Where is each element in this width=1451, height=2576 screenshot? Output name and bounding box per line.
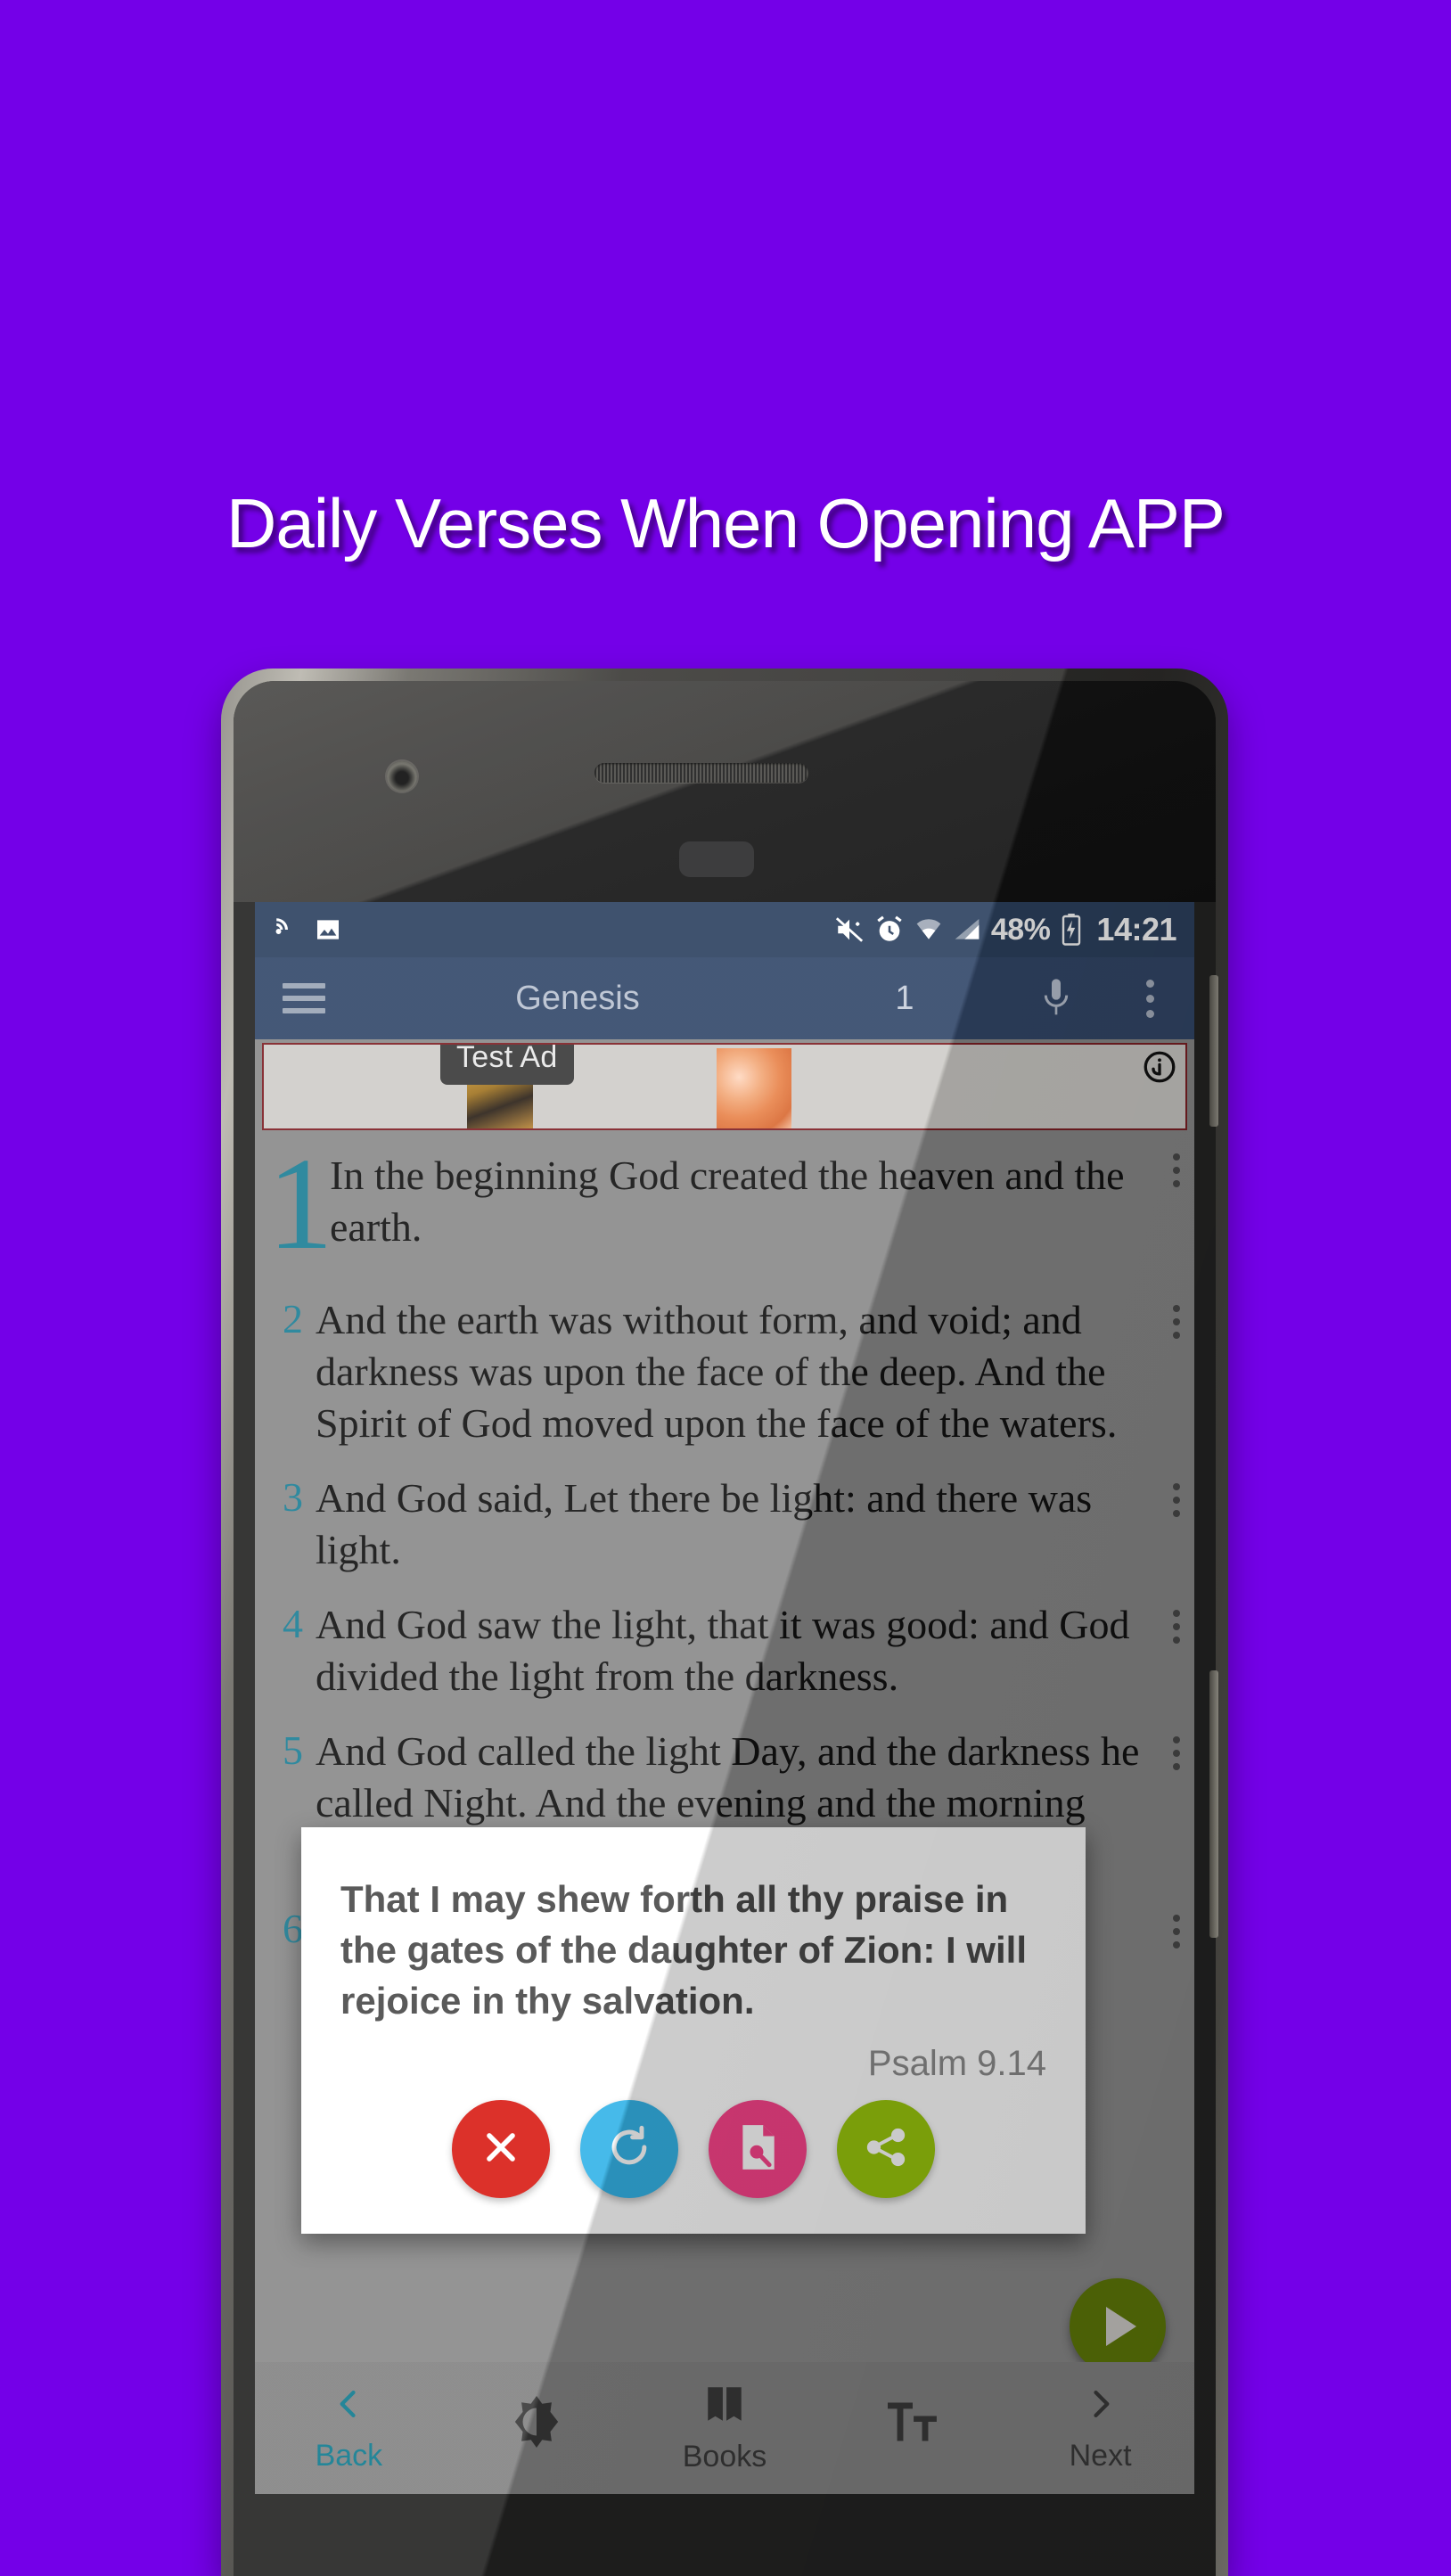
- phone-top-bezel: [234, 681, 1216, 902]
- volume-button[interactable]: [1209, 1670, 1218, 1938]
- close-button[interactable]: [452, 2100, 550, 2198]
- document-search-icon: [735, 2123, 780, 2176]
- front-camera-icon: [387, 761, 417, 792]
- share-button[interactable]: [837, 2100, 935, 2198]
- dialog-scrim: [255, 902, 1194, 2494]
- proximity-sensor: [679, 841, 754, 877]
- headline-line-1: Daily Verses When Opening APP: [226, 484, 1226, 562]
- dialog-verse-reference: Psalm 9.14: [867, 2044, 1046, 2083]
- close-icon: [478, 2124, 524, 2175]
- phone-body: 48% 14:21 Genesis 1 Test Ad 1 In the beg…: [234, 681, 1218, 2576]
- phone-mockup: 48% 14:21 Genesis 1 Test Ad 1 In the beg…: [221, 669, 1228, 2576]
- daily-verse-dialog: That I may shew forth all thy praise in …: [301, 1827, 1086, 2234]
- earpiece-speaker: [594, 763, 808, 783]
- phone-screen: 48% 14:21 Genesis 1 Test Ad 1 In the beg…: [255, 902, 1194, 2494]
- refresh-button[interactable]: [580, 2100, 678, 2198]
- power-button[interactable]: [1209, 975, 1218, 1127]
- refresh-icon: [605, 2123, 653, 2176]
- lookup-button[interactable]: [709, 2100, 807, 2198]
- share-icon: [864, 2125, 908, 2174]
- dialog-actions: [340, 2100, 1046, 2198]
- dialog-verse-text: That I may shew forth all thy praise in …: [340, 1878, 1027, 2022]
